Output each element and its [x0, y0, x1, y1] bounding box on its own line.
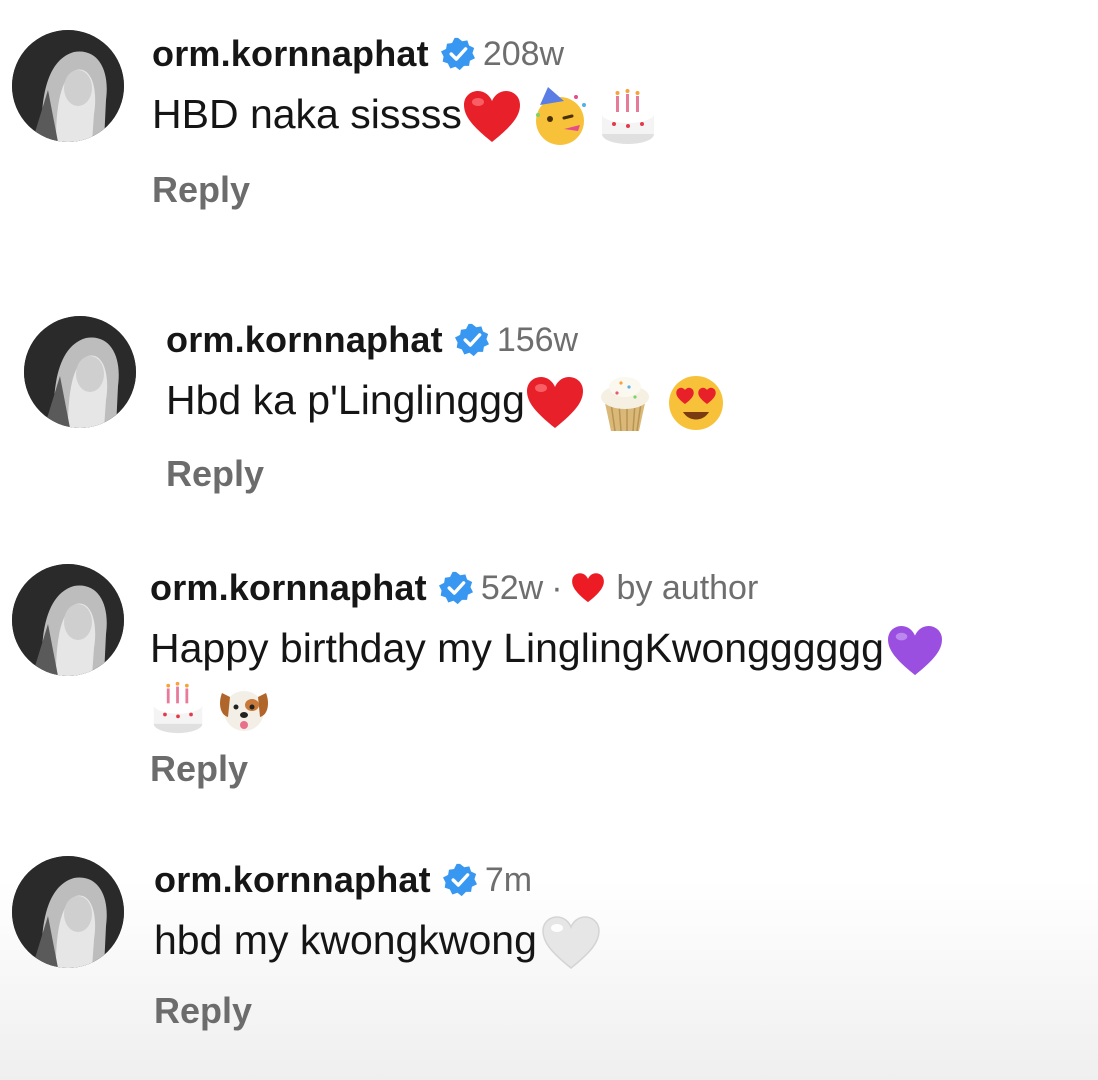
- username[interactable]: orm.kornnaphat: [154, 859, 431, 901]
- cupcake-icon: [597, 373, 653, 433]
- avatar-photo: [12, 856, 124, 968]
- purple-heart-icon: [886, 625, 944, 677]
- comment-text-row: Hbd ka p'Linglinggg: [166, 370, 725, 433]
- reply-button[interactable]: Reply: [152, 169, 658, 211]
- timestamp: 7m: [484, 860, 533, 899]
- birthday-cake-icon: [598, 88, 658, 146]
- comment-text-row: HBD naka sissss: [152, 84, 658, 149]
- avatar-photo: [12, 30, 124, 142]
- timestamp: 156w: [496, 320, 579, 359]
- reply-button[interactable]: Reply: [166, 453, 725, 495]
- username[interactable]: orm.kornnaphat: [150, 567, 427, 609]
- comment-text-row-continued: [150, 678, 944, 738]
- red-heart-icon: [525, 376, 585, 430]
- verified-badge-icon: [454, 323, 489, 357]
- avatar-photo: [24, 316, 136, 428]
- comment-text-row: hbd my kwongkwong: [154, 910, 601, 970]
- username[interactable]: orm.kornnaphat: [152, 33, 429, 75]
- comment-text-row: Happy birthday my LinglingKwongggggg: [150, 618, 944, 678]
- comment-header: orm.kornnaphat 52w · by author: [150, 564, 944, 612]
- liked-by-author-label: by author: [616, 568, 759, 607]
- comment-header: orm.kornnaphat 208w: [152, 30, 658, 78]
- avatar[interactable]: [12, 564, 124, 676]
- comment-header: orm.kornnaphat 156w: [166, 316, 725, 364]
- heart-eyes-face-icon: [667, 374, 725, 432]
- comment-text: Hbd ka p'Linglinggg: [166, 377, 525, 423]
- red-heart-icon: [462, 90, 522, 144]
- timestamp: 208w: [482, 34, 565, 73]
- verified-badge-icon: [442, 863, 477, 897]
- dog-face-icon: [216, 681, 272, 735]
- white-heart-icon: [541, 916, 601, 970]
- partying-face-icon: [528, 85, 592, 149]
- avatar[interactable]: [12, 30, 124, 142]
- comment-text: HBD naka sissss: [152, 91, 462, 137]
- comment-header: orm.kornnaphat 7m: [154, 856, 601, 904]
- comment-text: Happy birthday my LinglingKwongggggg: [150, 625, 884, 671]
- timestamp: 52w: [480, 568, 544, 607]
- verified-badge-icon: [438, 571, 473, 605]
- reply-button[interactable]: Reply: [150, 748, 944, 790]
- avatar-photo: [12, 564, 124, 676]
- verified-badge-icon: [440, 37, 475, 71]
- avatar[interactable]: [24, 316, 136, 428]
- username[interactable]: orm.kornnaphat: [166, 319, 443, 361]
- birthday-cake-icon: [150, 681, 206, 735]
- separator-dot: ·: [551, 568, 563, 607]
- avatar[interactable]: [12, 856, 124, 968]
- reply-button[interactable]: Reply: [154, 990, 601, 1032]
- liked-heart-icon: [571, 572, 605, 604]
- comment-text: hbd my kwongkwong: [154, 917, 537, 963]
